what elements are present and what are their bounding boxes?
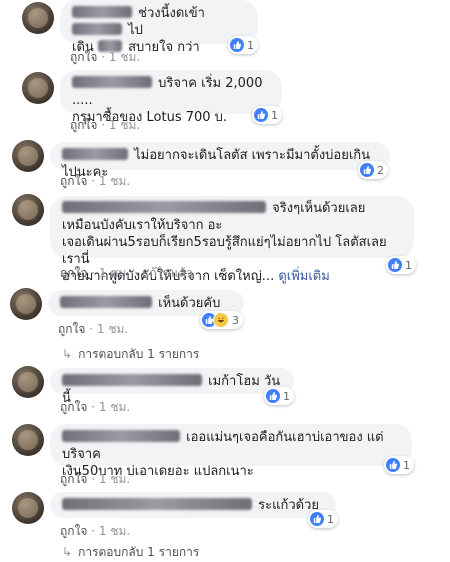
like-link[interactable]: ถูกใจ (60, 472, 87, 486)
comment-bubble: ระแก้วด้วย (50, 492, 336, 518)
reaction-count[interactable]: 1 (252, 106, 282, 124)
reaction-count[interactable]: 1 (384, 456, 414, 474)
timestamp[interactable]: 1 ชม. (99, 524, 130, 538)
comment-bubble: จริงๆเห็นด้วยเลย เหมือนบังคับเราให้บริจา… (50, 196, 414, 284)
avatar[interactable] (12, 140, 44, 172)
view-replies-link[interactable]: ↳ การตอบกลับ 1 รายการ (62, 345, 199, 364)
redacted-name (60, 296, 152, 308)
view-replies-link[interactable]: ↳ การตอบกลับ 1 รายการ (62, 543, 199, 562)
like-reaction-icon (386, 458, 400, 472)
reaction-count[interactable]: 1 (308, 510, 338, 528)
like-link[interactable]: ถูกใจ (58, 322, 85, 336)
like-link[interactable]: ถูกใจ (70, 50, 97, 64)
timestamp[interactable]: 1 ชม. (99, 400, 130, 414)
redacted-name (62, 148, 128, 160)
comment-bubble: เออแม่นๆเจอคือกันเฮาบ่เอาของ แต่บริจาค เ… (50, 424, 412, 479)
comment-bubble: บริจาค เริ่ม 2,000 ..... กรุมาซื้อของ Lo… (60, 70, 282, 125)
reaction-count[interactable]: 2 (358, 161, 388, 179)
comment-bubble: ไม่อยากจะเดินโลตัส เพราะมีมาตั้งบ่อยเกิน… (50, 142, 390, 180)
timestamp[interactable]: 1 ชม. (99, 266, 130, 280)
comment-meta: ถูกใจ · 1 ชม. (60, 400, 131, 414)
comment-text: ช่วงนี้งดเข้า (138, 6, 205, 21)
timestamp[interactable]: 1 ชม. (99, 472, 130, 486)
comment-meta: ถูกใจ · 1 ชม. (60, 174, 131, 188)
reply-arrow-icon: ↳ (62, 545, 73, 559)
redacted-name (72, 76, 152, 88)
timestamp[interactable]: 1 ชม. (97, 322, 128, 336)
redacted-text (72, 23, 122, 35)
redacted-name (62, 201, 266, 213)
comment-meta: ถูกใจ · 1 ชม. · แก้ไขแล้ว (60, 266, 193, 280)
comment-meta: ถูกใจ · 1 ชม. (60, 524, 131, 538)
timestamp[interactable]: 1 ชม. (99, 174, 130, 188)
comment-meta: ถูกใจ · 1 ชม. (60, 472, 131, 486)
comment-meta: ถูกใจ · 1 ชม. (70, 118, 141, 132)
like-link[interactable]: ถูกใจ (60, 266, 87, 280)
avatar[interactable] (10, 288, 42, 320)
reply-arrow-icon: ↳ (62, 347, 73, 361)
like-reaction-icon (230, 38, 244, 52)
comment-text: จริงๆเห็นด้วยเลย (272, 201, 366, 216)
like-reaction-icon (310, 512, 324, 526)
avatar[interactable] (12, 424, 44, 456)
timestamp[interactable]: 1 ชม. (109, 118, 140, 132)
avatar[interactable] (22, 2, 54, 34)
reaction-count[interactable]: 1 (386, 256, 416, 274)
avatar[interactable] (12, 366, 44, 398)
reaction-count[interactable]: 3 (200, 311, 243, 329)
like-link[interactable]: ถูกใจ (60, 524, 87, 538)
like-reaction-icon (360, 163, 374, 177)
avatar[interactable] (12, 194, 44, 226)
comment-bubble: ช่วงนี้งดเข้า ไป เดิน สบายใจ กว่า (60, 0, 258, 55)
reaction-count[interactable]: 1 (264, 387, 294, 405)
see-more-link[interactable]: ดูเพิ่มเติม (278, 269, 329, 284)
comment-text: เห็นด้วยคับ (158, 296, 221, 311)
timestamp[interactable]: 1 ชม. (109, 50, 140, 64)
avatar[interactable] (12, 492, 44, 524)
comment-meta: ถูกใจ · 1 ชม. (58, 322, 129, 336)
comment-meta: ถูกใจ · 1 ชม. (70, 50, 141, 64)
redacted-name (72, 6, 132, 18)
like-link[interactable]: ถูกใจ (60, 174, 87, 188)
like-reaction-icon (254, 108, 268, 122)
redacted-name (62, 430, 180, 442)
like-link[interactable]: ถูกใจ (60, 400, 87, 414)
comment-text: ระแก้วด้วย (258, 498, 320, 513)
like-link[interactable]: ถูกใจ (70, 118, 97, 132)
redacted-name (62, 374, 202, 386)
haha-reaction-icon (213, 312, 229, 328)
like-reaction-icon (388, 258, 402, 272)
reaction-count[interactable]: 1 (228, 36, 258, 54)
comment-bubble: เมก้าโฮม วันนี้ (50, 368, 294, 406)
like-reaction-icon (266, 389, 280, 403)
edited-label[interactable]: แก้ไขแล้ว (142, 266, 193, 280)
avatar[interactable] (22, 72, 54, 104)
redacted-name (62, 498, 252, 510)
